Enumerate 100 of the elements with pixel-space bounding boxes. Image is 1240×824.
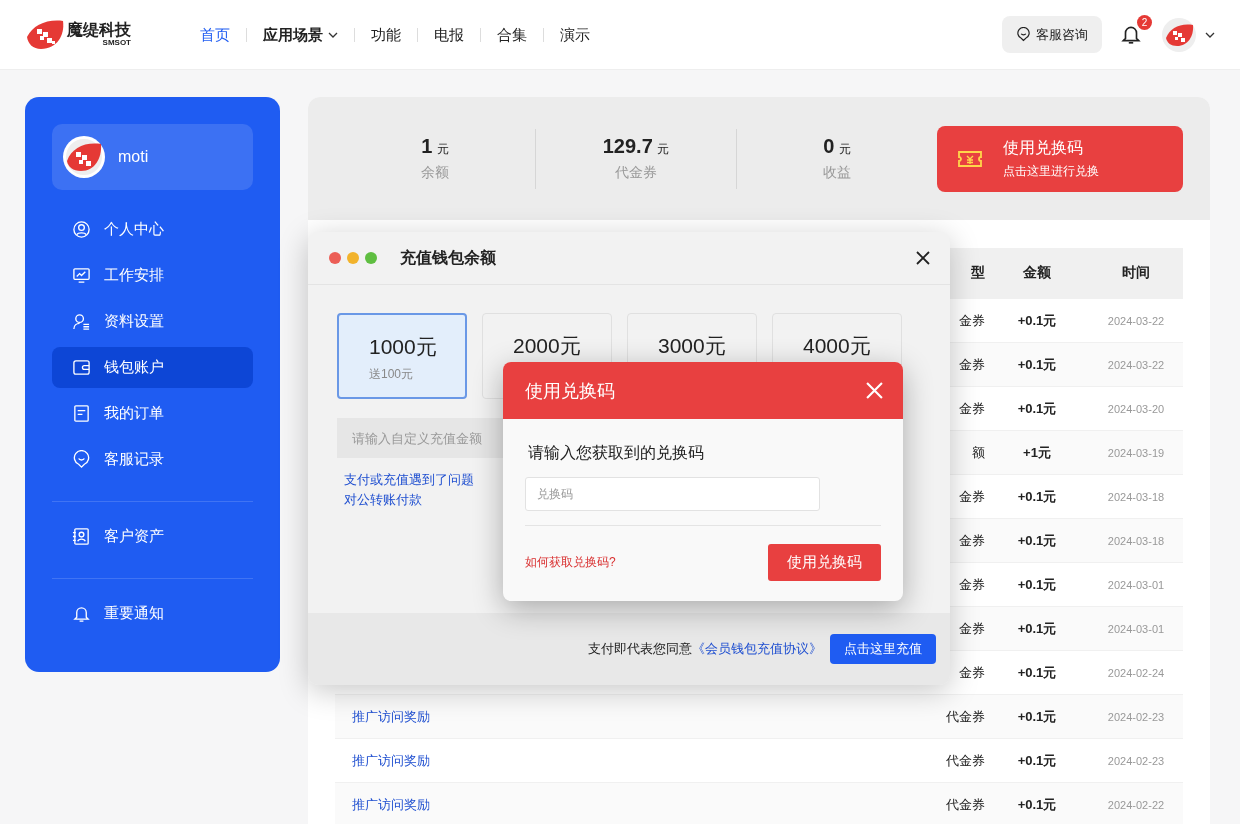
option-amount: 1000元	[369, 334, 438, 360]
agreement-text: 支付即代表您同意《会员钱包充值协议》	[588, 640, 822, 658]
table-cell: 代金券	[946, 707, 985, 726]
ticket-icon	[957, 148, 983, 169]
table-cell: 金券	[959, 619, 985, 638]
table-cell: 金券	[959, 355, 985, 374]
nav-link[interactable]: 电报	[417, 27, 480, 42]
column-header: 型	[971, 264, 985, 282]
table-cell: +0.1元	[1017, 311, 1057, 330]
table-cell: +0.1元	[1017, 531, 1057, 550]
caret-icon[interactable]	[1205, 31, 1215, 38]
record-name-link[interactable]: 推广访问奖励	[352, 708, 430, 724]
avatar	[62, 135, 106, 179]
user-list-icon	[72, 312, 91, 331]
table-cell: 金券	[959, 311, 985, 330]
table-cell: 2024-02-23	[1107, 710, 1165, 723]
help-link[interactable]: 如何获取兑换码?	[525, 554, 616, 571]
stat-unit: 元	[436, 142, 449, 156]
table-cell: 2024-03-18	[1107, 534, 1165, 547]
table-cell: 代金券	[946, 795, 985, 814]
stat-value: 0	[823, 135, 835, 157]
table-cell: +0.1元	[1017, 663, 1057, 682]
table-cell: +0.1元	[1017, 619, 1057, 638]
nav-link[interactable]: 功能	[354, 27, 417, 42]
table-cell: 2024-03-22	[1107, 358, 1165, 371]
stat-label: 代金券	[615, 164, 657, 182]
table-cell: 金券	[959, 399, 985, 418]
sidebar-item[interactable]: 客服记录	[52, 439, 253, 480]
sidebar-item[interactable]: 我的订单	[52, 393, 253, 434]
amount-option[interactable]: 1000元 送100元	[337, 313, 467, 399]
table-cell: 2024-03-22	[1107, 314, 1165, 327]
close-icon[interactable]	[916, 251, 930, 265]
table-cell: 2024-03-01	[1107, 622, 1165, 635]
nav-link[interactable]: 演示	[543, 27, 606, 42]
option-amount: 3000元	[658, 333, 727, 359]
column-header: 金额	[1023, 264, 1051, 282]
redeem-button[interactable]: 使用兑换码 点击这里进行兑换	[937, 125, 1183, 192]
contact-card-icon	[72, 527, 91, 546]
sidebar-item[interactable]: 钱包账户	[52, 347, 253, 388]
table-cell: 金券	[959, 487, 985, 506]
record-name-link[interactable]: 推广访问奖励	[352, 752, 430, 768]
sidebar-item[interactable]: 客户资产	[52, 516, 253, 557]
table-cell: 2024-03-19	[1107, 446, 1165, 459]
sidebar-item[interactable]: 重要通知	[52, 593, 253, 634]
caret-icon	[328, 31, 338, 38]
chat-icon	[1016, 27, 1031, 42]
notification-badge: 2	[1137, 14, 1152, 30]
table-cell: 2024-03-18	[1107, 490, 1165, 503]
recharge-button[interactable]: 点击这里充值	[830, 634, 936, 664]
table-cell: 2024-03-20	[1107, 402, 1165, 415]
table-cell: +0.1元	[1017, 707, 1057, 726]
sidebar-item[interactable]: 资料设置	[52, 301, 253, 342]
window-controls-icon[interactable]	[328, 251, 378, 265]
table-cell: +0.1元	[1017, 575, 1057, 594]
option-amount: 2000元	[513, 333, 582, 359]
agreement-link[interactable]: 《会员钱包充值协议》	[692, 641, 822, 656]
user-name: moti	[118, 148, 149, 166]
stat-value: 129.7	[602, 135, 653, 157]
person-icon	[72, 220, 91, 239]
bell-icon	[72, 604, 91, 623]
table-cell: 2024-03-01	[1107, 578, 1165, 591]
brand-name: 魔缇科技	[67, 22, 131, 38]
sidebar-item[interactable]: 工作安排	[52, 255, 253, 296]
nav-link[interactable]: 应用场景	[246, 27, 354, 42]
table-cell: +0.1元	[1017, 795, 1057, 814]
option-amount: 4000元	[803, 333, 872, 359]
table-cell: +0.1元	[1017, 751, 1057, 770]
column-header: 时间	[1122, 264, 1150, 282]
chat-icon	[72, 450, 91, 469]
chart-monitor-icon	[72, 266, 91, 285]
table-cell: 2024-02-24	[1107, 666, 1165, 679]
table-cell: 额	[972, 443, 985, 462]
option-bonus: 送100元	[369, 366, 415, 383]
table-cell: 代金券	[946, 751, 985, 770]
stat-label: 收益	[823, 164, 851, 182]
table-cell: +0.1元	[1017, 487, 1057, 506]
stat-value: 1	[421, 135, 433, 157]
nav-link[interactable]: 首页	[200, 27, 246, 42]
table-cell: +1元	[1023, 443, 1051, 462]
stat-unit: 元	[838, 142, 851, 156]
table-cell: 2024-02-23	[1107, 754, 1165, 767]
table-cell: 金券	[959, 575, 985, 594]
avatar[interactable]	[1162, 17, 1196, 52]
table-cell: 金券	[959, 531, 985, 550]
logo-icon	[25, 18, 65, 51]
sidebar-item[interactable]: 个人中心	[52, 209, 253, 250]
table-cell: +0.1元	[1017, 399, 1057, 418]
user-card[interactable]: moti	[52, 124, 253, 190]
record-name-link[interactable]: 推广访问奖励	[352, 796, 430, 812]
dialog-title: 充值钱包余额	[400, 247, 496, 268]
use-code-button[interactable]: 使用兑换码	[768, 544, 881, 581]
support-button[interactable]: 客服咨询	[1002, 16, 1102, 53]
table-cell: 金券	[959, 663, 985, 682]
prompt-text: 请输入您获取到的兑换码	[528, 443, 705, 463]
table-cell: +0.1元	[1017, 355, 1057, 374]
brand-subtitle: SMSOT	[102, 39, 131, 47]
table-cell: 2024-02-22	[1107, 798, 1165, 811]
wallet-icon	[72, 358, 91, 377]
code-field[interactable]: 兑换码	[525, 477, 820, 511]
nav-link[interactable]: 合集	[480, 27, 543, 42]
